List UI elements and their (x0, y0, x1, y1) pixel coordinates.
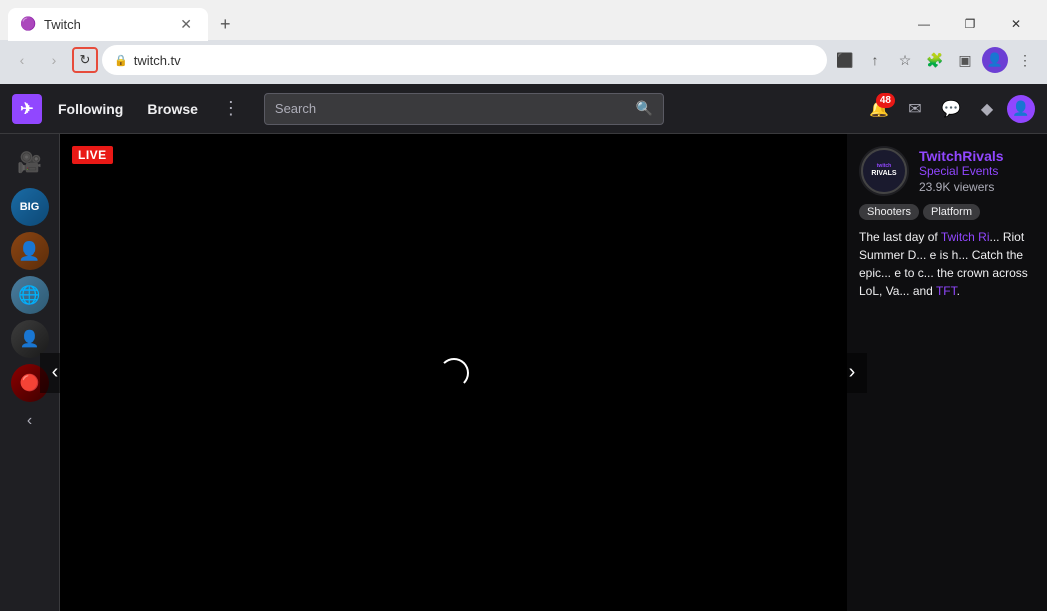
profile-avatar: 👤 (982, 47, 1008, 73)
lock-icon: 🔒 (114, 54, 128, 67)
video-player[interactable]: LIVE ‹ › (60, 134, 847, 611)
url-text: twitch.tv (134, 53, 815, 68)
browser-chrome: 🟣 Twitch ✕ + — ❐ ✕ ‹ › ↻ 🔒 twitch.tv ⬛ ↑… (0, 0, 1047, 84)
top-nav: ✈ Following Browse ⋮ 🔍 🔔 48 ✉ 💬 ◆ 👤 (0, 84, 1047, 134)
search-input[interactable] (275, 101, 636, 116)
sidebar-channel-3[interactable]: 🌐 (11, 276, 49, 314)
inbox-icon: ✉ (908, 99, 921, 119)
main-content: 🎥 BIG 👤 🌐 👤 🔴 ‹ LIVE ‹ (0, 134, 1047, 611)
next-button[interactable]: › (837, 353, 867, 393)
nav-browse[interactable]: Browse (139, 95, 206, 123)
camera-icon: 🎥 (17, 150, 42, 175)
notification-badge: 48 (876, 93, 895, 108)
url-bar[interactable]: 🔒 twitch.tv (102, 45, 827, 75)
share-icon[interactable]: ↑ (861, 46, 889, 74)
tag-platform[interactable]: Platform (923, 204, 980, 220)
right-panel: twitch RIVALS TwitchRivals Special Event… (847, 134, 1047, 611)
search-button[interactable]: 🔍 (635, 100, 652, 117)
channel-name[interactable]: TwitchRivals (919, 148, 1035, 164)
whisper-icon: 💬 (941, 99, 961, 119)
channel-1-label: BIG (20, 201, 40, 213)
channel-header: twitch RIVALS TwitchRivals Special Event… (859, 146, 1035, 196)
prev-button[interactable]: ‹ (40, 353, 70, 393)
sidebar-camera-icon[interactable]: 🎥 (10, 142, 50, 182)
tab-favicon: 🟣 (20, 16, 36, 32)
prime-icon: ◆ (981, 99, 993, 119)
sidebar-collapse-button[interactable]: ‹ (27, 412, 32, 430)
user-avatar-nav[interactable]: 👤 (1007, 95, 1035, 123)
tab-bar: 🟣 Twitch ✕ + — ❐ ✕ (0, 0, 1047, 40)
twitch-rivals-link[interactable]: Twitch Ri (941, 230, 990, 244)
whisper-button[interactable]: 💬 (935, 93, 967, 125)
user-icon: 👤 (1012, 100, 1029, 117)
close-button[interactable]: ✕ (993, 8, 1039, 40)
extensions-icon[interactable]: 🧩 (921, 46, 949, 74)
split-screen-icon[interactable]: ▣ (951, 46, 979, 74)
nav-following[interactable]: Following (50, 95, 131, 123)
back-button[interactable]: ‹ (8, 46, 36, 74)
channel-2-avatar: 👤 (18, 241, 40, 262)
twitch-logo[interactable]: ✈ (12, 94, 42, 124)
channel-info: TwitchRivals Special Events 23.9K viewer… (919, 148, 1035, 194)
channel-category[interactable]: Special Events (919, 164, 1035, 178)
channel-avatar[interactable]: twitch RIVALS (859, 146, 909, 196)
bookmark-icon[interactable]: ☆ (891, 46, 919, 74)
loading-spinner (439, 358, 469, 388)
translate-icon[interactable]: ⬛ (831, 46, 859, 74)
maximize-button[interactable]: ❐ (947, 8, 993, 40)
channel-3-avatar: 🌐 (18, 285, 40, 306)
toolbar-icons: ⬛ ↑ ☆ 🧩 ▣ 👤 ⋮ (831, 46, 1039, 74)
nav-right-icons: 🔔 48 ✉ 💬 ◆ 👤 (863, 93, 1035, 125)
tab-close-button[interactable]: ✕ (176, 14, 196, 35)
tag-shooters[interactable]: Shooters (859, 204, 919, 220)
search-bar[interactable]: 🔍 (264, 93, 664, 125)
channel-viewers: 23.9K viewers (919, 180, 1035, 194)
tab-title: Twitch (44, 17, 168, 32)
channel-description: The last day of Twitch Ri... Riot Summer… (859, 228, 1035, 300)
live-badge: LIVE (72, 146, 113, 164)
twitch-app: ✈ Following Browse ⋮ 🔍 🔔 48 ✉ 💬 ◆ 👤 (0, 84, 1047, 611)
sidebar-channel-1[interactable]: BIG (11, 188, 49, 226)
notifications-button[interactable]: 🔔 48 (863, 93, 895, 125)
video-section: LIVE ‹ › (60, 134, 847, 611)
channel-4-avatar: 👤 (20, 329, 40, 349)
tft-link[interactable]: TFT (936, 284, 957, 298)
user-profile-chrome[interactable]: 👤 (981, 46, 1009, 74)
forward-button[interactable]: › (40, 46, 68, 74)
nav-more-button[interactable]: ⋮ (214, 94, 248, 123)
sidebar-channel-2[interactable]: 👤 (11, 232, 49, 270)
twitch-logo-icon: ✈ (20, 99, 33, 119)
minimize-button[interactable]: — (901, 8, 947, 40)
channel-tags: Shooters Platform (859, 204, 1035, 220)
prime-button[interactable]: ◆ (971, 93, 1003, 125)
inbox-button[interactable]: ✉ (899, 93, 931, 125)
reload-button[interactable]: ↻ (72, 47, 98, 73)
address-bar: ‹ › ↻ 🔒 twitch.tv ⬛ ↑ ☆ 🧩 ▣ 👤 ⋮ (0, 40, 1047, 84)
window-controls: — ❐ ✕ (901, 8, 1039, 40)
new-tab-button[interactable]: + (212, 10, 239, 39)
menu-button[interactable]: ⋮ (1011, 46, 1039, 74)
channel-5-avatar: 🔴 (20, 373, 40, 393)
active-tab[interactable]: 🟣 Twitch ✕ (8, 8, 208, 41)
